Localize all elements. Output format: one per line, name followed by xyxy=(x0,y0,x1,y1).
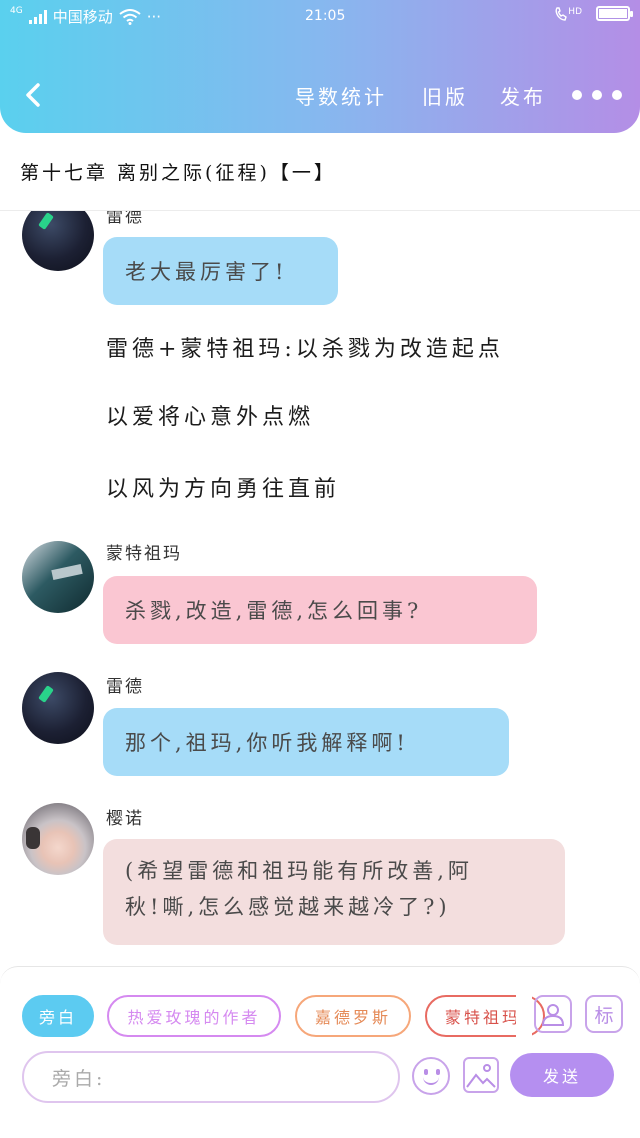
nav-statistics[interactable]: 导数统计 xyxy=(295,81,387,110)
tag-button[interactable]: 标 xyxy=(585,995,623,1033)
send-button[interactable]: 发送 xyxy=(510,1053,614,1097)
hd-call-icon: HD xyxy=(555,7,582,21)
chip-character[interactable]: 嘉德罗斯 xyxy=(295,995,411,1037)
chip-scroll-fade xyxy=(516,991,532,1041)
message-bubble: 那个,祖玛,你听我解释啊! xyxy=(103,708,509,776)
nav-old-version[interactable]: 旧版 xyxy=(422,81,468,110)
carrier-name: 中国移动 xyxy=(52,8,113,26)
composer-panel: 旁白 热爱玫瑰的作者 嘉德罗斯 蒙特祖玛 标 旁白: 发送 xyxy=(0,966,640,1104)
more-options-icon[interactable] xyxy=(572,90,622,100)
bubble-line: (希望雷德和祖玛能有所改善,阿 xyxy=(125,859,473,883)
image-icon[interactable] xyxy=(463,1057,499,1093)
message-speaker: 雷德 xyxy=(106,211,144,227)
message-bubble: 杀戮,改造,雷德,怎么回事? xyxy=(103,576,537,644)
status-more: ··· xyxy=(146,7,162,26)
network-type: 4G xyxy=(10,6,23,16)
status-bar: 4G 中国移动 ··· 21:05 HD xyxy=(10,4,633,30)
nav-publish[interactable]: 发布 xyxy=(500,81,546,110)
battery-icon xyxy=(596,6,633,21)
message-bubble: 老大最厉害了! xyxy=(103,237,338,305)
avatar-red[interactable] xyxy=(22,211,94,271)
chip-narration[interactable]: 旁白 xyxy=(22,995,94,1037)
message-speaker: 雷德 xyxy=(106,677,144,697)
message-speaker: 樱诺 xyxy=(106,809,144,829)
top-header: 4G 中国移动 ··· 21:05 HD 导数统计 旧版 发布 xyxy=(0,0,640,133)
message-feed[interactable]: 雷德 老大最厉害了! 雷德+蒙特祖玛:以杀戮为改造起点 以爱将心意外点燃 以风为… xyxy=(0,211,640,966)
wifi-icon xyxy=(119,8,141,25)
chapter-title[interactable]: 第十七章 离别之际(征程)【一】 xyxy=(20,158,336,185)
add-character-button[interactable] xyxy=(534,995,572,1033)
narration-line: 以爱将心意外点燃 xyxy=(106,405,315,430)
message-bubble: (希望雷德和祖玛能有所改善,阿 秋!嘶,怎么感觉越来越冷了?) xyxy=(103,839,565,945)
narration-line: 以风为方向勇往直前 xyxy=(106,477,341,502)
person-icon xyxy=(541,1004,565,1026)
emoji-icon[interactable] xyxy=(412,1057,450,1095)
narration-line: 雷德+蒙特祖玛:以杀戮为改造起点 xyxy=(106,337,504,362)
back-arrow-icon[interactable] xyxy=(20,80,46,110)
avatar-red[interactable] xyxy=(22,672,94,744)
message-input[interactable]: 旁白: xyxy=(22,1051,400,1103)
clock: 21:05 xyxy=(305,8,346,24)
signal-icon xyxy=(28,9,47,24)
message-speaker: 蒙特祖玛 xyxy=(106,544,182,564)
chip-author[interactable]: 热爱玫瑰的作者 xyxy=(107,995,281,1037)
avatar-montezuma[interactable] xyxy=(22,541,94,613)
avatar-yingnuo[interactable] xyxy=(22,803,94,875)
bubble-line: 秋!嘶,怎么感觉越来越冷了?) xyxy=(125,895,451,919)
